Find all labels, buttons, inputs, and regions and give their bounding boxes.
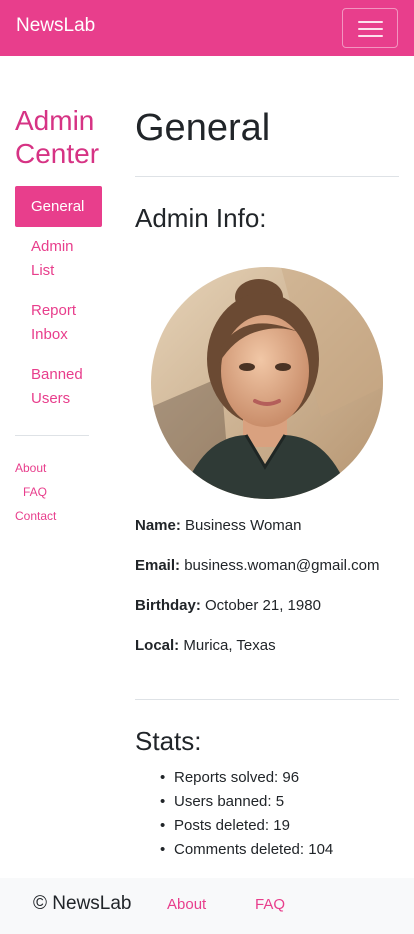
stats-heading: Stats: [135,726,202,756]
sidebar-item-report-inbox[interactable]: Report Inbox [15,291,102,355]
sidebar-title: Admin Center [15,105,100,169]
sidebar-item-admin-list[interactable]: Admin List [15,227,102,291]
footer-link-about[interactable]: About [167,896,206,913]
top-navbar: NewsLab [0,0,414,56]
admin-name: Name: Business Woman [135,517,302,534]
list-item: Reports solved: 96 [160,766,333,790]
sidebar-link-about[interactable]: About [15,456,56,480]
page-title: General [135,107,271,149]
footer: © NewsLab About FAQ [0,878,414,934]
footer-link-faq[interactable]: FAQ [255,896,285,913]
list-item: Comments deleted: 104 [160,838,333,862]
sidebar-item-banned-users[interactable]: Banned Users [15,355,102,419]
avatar [151,267,383,499]
list-item: Posts deleted: 19 [160,814,333,838]
admin-info-heading: Admin Info: [135,203,267,233]
sidebar-item-general[interactable]: General [15,186,102,227]
stats-list: Reports solved: 96 Users banned: 5 Posts… [160,766,333,862]
sidebar-link-contact[interactable]: Contact [15,504,56,528]
stats-divider [135,699,399,700]
admin-email: Email: business.woman@gmail.com [135,557,380,574]
footer-copyright: © NewsLab [33,893,132,914]
sidebar-divider [15,435,89,436]
hamburger-menu-icon[interactable] [342,8,398,48]
admin-birthday: Birthday: October 21, 1980 [135,597,321,614]
list-item: Users banned: 5 [160,790,333,814]
sidebar-sub-links: About FAQ Contact [15,456,56,528]
sidebar-nav: General Admin List Report Inbox Banned U… [15,186,102,419]
sidebar-link-faq[interactable]: FAQ [15,480,56,504]
title-divider [135,176,399,177]
brand-logo[interactable]: NewsLab [16,15,95,37]
admin-local: Local: Murica, Texas [135,637,276,654]
